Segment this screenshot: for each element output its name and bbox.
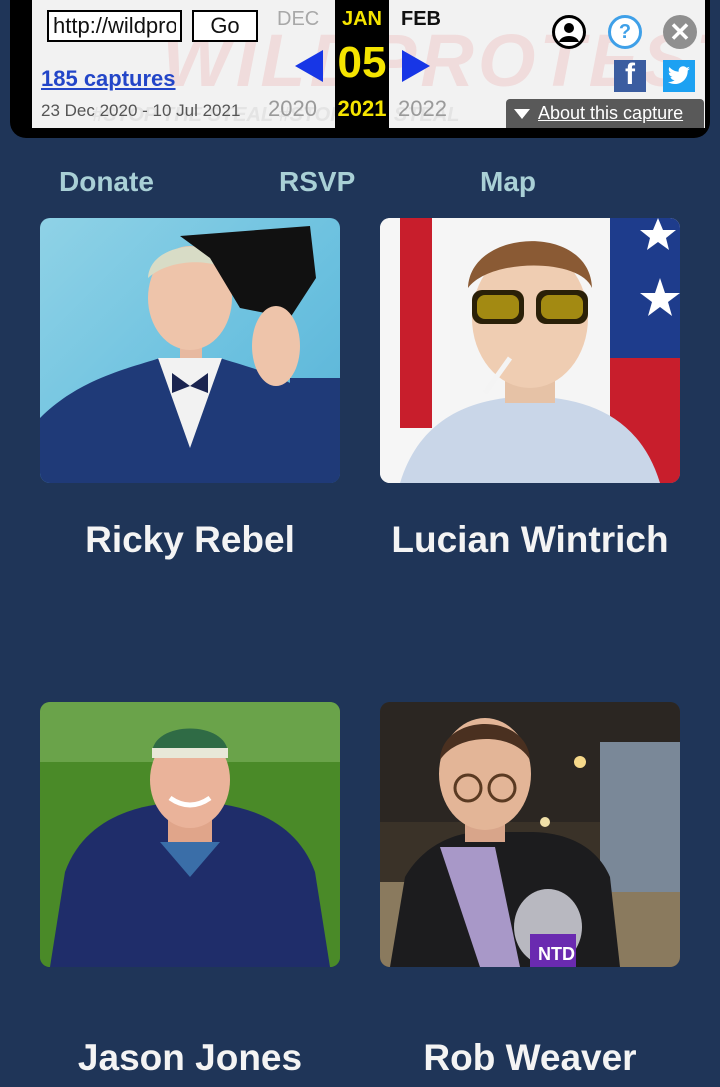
captures-link[interactable]: 185 captures	[41, 66, 176, 92]
wayback-panel: WILDPROTEST.COM #STOP THE STEAL #STOP TH…	[32, 0, 705, 128]
about-capture-button[interactable]: About this capture	[506, 99, 704, 128]
speaker-photo[interactable]: NTD	[380, 702, 680, 967]
go-button[interactable]: Go	[192, 10, 258, 42]
url-input[interactable]	[47, 10, 182, 42]
current-day-label: 05	[337, 38, 387, 87]
about-capture-label: About this capture	[538, 103, 684, 123]
speaker-photo[interactable]	[380, 218, 680, 483]
speaker-photo[interactable]	[40, 218, 340, 483]
next-month-label[interactable]: FEB	[401, 8, 441, 31]
close-icon[interactable]: ✕	[663, 15, 697, 49]
nav-donate[interactable]: Donate	[59, 166, 154, 198]
svg-text:NTD: NTD	[538, 944, 575, 964]
prev-year-label[interactable]: 2020	[268, 96, 317, 122]
next-year-label[interactable]: 2022	[398, 96, 447, 122]
speaker-photo[interactable]	[40, 702, 340, 967]
current-date-column: JAN 05 2021	[335, 0, 389, 128]
twitter-icon[interactable]	[663, 60, 695, 92]
nav-rsvp[interactable]: RSVP	[279, 166, 355, 198]
speaker-name: Rob Weaver	[423, 1037, 637, 1078]
help-icon[interactable]: ?	[608, 15, 642, 49]
caret-down-icon	[514, 108, 530, 119]
facebook-icon[interactable]: f	[614, 60, 646, 92]
arrow-left-icon[interactable]	[295, 50, 323, 82]
nav-map[interactable]: Map	[480, 166, 536, 198]
current-year-label: 2021	[337, 96, 387, 121]
capture-date-range: 23 Dec 2020 - 10 Jul 2021	[41, 101, 241, 120]
prev-month-label[interactable]: DEC	[277, 8, 319, 31]
speaker-name: Ricky Rebel	[85, 519, 295, 560]
user-icon[interactable]	[552, 15, 586, 49]
speaker-name: Lucian Wintrich	[391, 519, 669, 560]
speaker-name: Jason Jones	[77, 1037, 303, 1078]
arrow-right-icon[interactable]	[402, 50, 430, 82]
wayback-toolbar: WILDPROTEST.COM #STOP THE STEAL #STOP TH…	[10, 0, 710, 138]
current-month-label: JAN	[341, 8, 382, 30]
